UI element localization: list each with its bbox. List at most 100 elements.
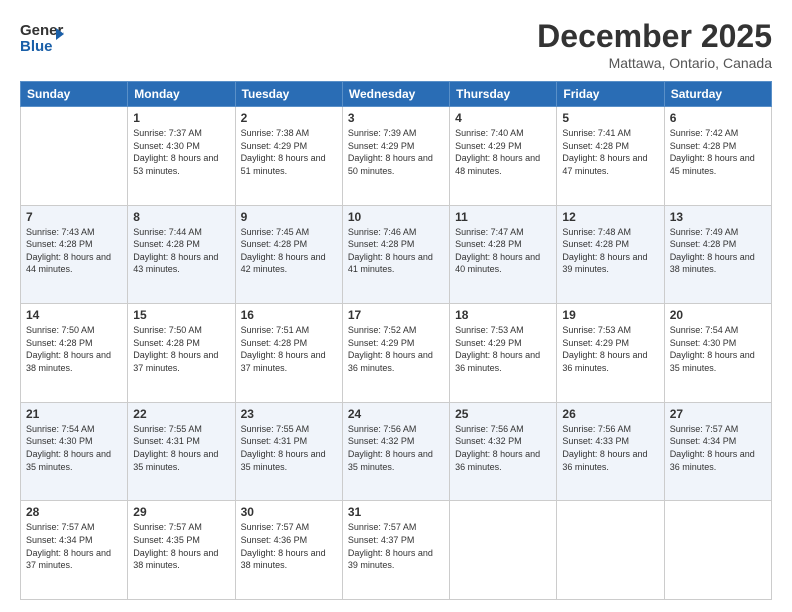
calendar-cell: 3 Sunrise: 7:39 AMSunset: 4:29 PMDaylight… bbox=[342, 107, 449, 206]
day-info: Sunrise: 7:53 AMSunset: 4:29 PMDaylight:… bbox=[562, 324, 658, 374]
day-number: 23 bbox=[241, 407, 337, 421]
page: General Blue December 2025 Mattawa, Onta… bbox=[0, 0, 792, 612]
day-info: Sunrise: 7:38 AMSunset: 4:29 PMDaylight:… bbox=[241, 127, 337, 177]
weekday-header: Tuesday bbox=[235, 82, 342, 107]
day-number: 22 bbox=[133, 407, 229, 421]
day-number: 16 bbox=[241, 308, 337, 322]
day-info: Sunrise: 7:47 AMSunset: 4:28 PMDaylight:… bbox=[455, 226, 551, 276]
calendar-week-row: 21 Sunrise: 7:54 AMSunset: 4:30 PMDayligh… bbox=[21, 402, 772, 501]
day-number: 30 bbox=[241, 505, 337, 519]
calendar-cell: 31Sunrise: 7:57 AMSunset: 4:37 PMDayligh… bbox=[342, 501, 449, 600]
day-number: 15 bbox=[133, 308, 229, 322]
day-number: 18 bbox=[455, 308, 551, 322]
day-number: 10 bbox=[348, 210, 444, 224]
day-number: 27 bbox=[670, 407, 766, 421]
day-number: 21 bbox=[26, 407, 122, 421]
calendar-cell: 9Sunrise: 7:45 AMSunset: 4:28 PMDaylight… bbox=[235, 205, 342, 304]
logo: General Blue bbox=[20, 18, 64, 54]
day-info: Sunrise: 7:55 AMSunset: 4:31 PMDaylight:… bbox=[241, 423, 337, 473]
day-number: 4 bbox=[455, 111, 551, 125]
day-number: 20 bbox=[670, 308, 766, 322]
calendar-cell: 14Sunrise: 7:50 AMSunset: 4:28 PMDayligh… bbox=[21, 304, 128, 403]
calendar-cell: 16 Sunrise: 7:51 AMSunset: 4:28 PMDayligh… bbox=[235, 304, 342, 403]
day-info: Sunrise: 7:57 AMSunset: 4:34 PMDaylight:… bbox=[26, 521, 122, 571]
day-number: 5 bbox=[562, 111, 658, 125]
day-number: 1 bbox=[133, 111, 229, 125]
weekday-header: Thursday bbox=[450, 82, 557, 107]
day-info: Sunrise: 7:39 AMSunset: 4:29 PMDaylight:… bbox=[348, 127, 444, 177]
day-number: 26 bbox=[562, 407, 658, 421]
day-number: 24 bbox=[348, 407, 444, 421]
day-number: 3 bbox=[348, 111, 444, 125]
day-number: 8 bbox=[133, 210, 229, 224]
calendar-cell: 30 Sunrise: 7:57 AMSunset: 4:36 PMDayligh… bbox=[235, 501, 342, 600]
calendar-week-row: 1 Sunrise: 7:37 AMSunset: 4:30 PMDaylight… bbox=[21, 107, 772, 206]
calendar-table: SundayMondayTuesdayWednesdayThursdayFrid… bbox=[20, 81, 772, 600]
day-info: Sunrise: 7:57 AMSunset: 4:36 PMDaylight:… bbox=[241, 521, 337, 571]
day-number: 19 bbox=[562, 308, 658, 322]
day-info: Sunrise: 7:48 AMSunset: 4:28 PMDaylight:… bbox=[562, 226, 658, 276]
day-info: Sunrise: 7:56 AMSunset: 4:33 PMDaylight:… bbox=[562, 423, 658, 473]
calendar-cell bbox=[21, 107, 128, 206]
day-info: Sunrise: 7:40 AMSunset: 4:29 PMDaylight:… bbox=[455, 127, 551, 177]
day-number: 7 bbox=[26, 210, 122, 224]
calendar-cell: 1 Sunrise: 7:37 AMSunset: 4:30 PMDaylight… bbox=[128, 107, 235, 206]
calendar-cell: 25Sunrise: 7:56 AMSunset: 4:32 PMDayligh… bbox=[450, 402, 557, 501]
calendar-header-row: SundayMondayTuesdayWednesdayThursdayFrid… bbox=[21, 82, 772, 107]
day-info: Sunrise: 7:37 AMSunset: 4:30 PMDaylight:… bbox=[133, 127, 229, 177]
calendar-cell: 15 Sunrise: 7:50 AMSunset: 4:28 PMDayligh… bbox=[128, 304, 235, 403]
calendar-cell: 26 Sunrise: 7:56 AMSunset: 4:33 PMDayligh… bbox=[557, 402, 664, 501]
day-number: 25 bbox=[455, 407, 551, 421]
calendar-cell: 22 Sunrise: 7:55 AMSunset: 4:31 PMDayligh… bbox=[128, 402, 235, 501]
day-info: Sunrise: 7:51 AMSunset: 4:28 PMDaylight:… bbox=[241, 324, 337, 374]
month-title: December 2025 bbox=[537, 18, 772, 55]
calendar-cell: 5 Sunrise: 7:41 AMSunset: 4:28 PMDaylight… bbox=[557, 107, 664, 206]
calendar-week-row: 14 Sunrise: 7:50 AMSunset: 4:28 PMDayligh… bbox=[21, 304, 772, 403]
weekday-header: Saturday bbox=[664, 82, 771, 107]
calendar-cell: 20 Sunrise: 7:54 AMSunset: 4:30 PMDayligh… bbox=[664, 304, 771, 403]
weekday-header: Monday bbox=[128, 82, 235, 107]
day-info: Sunrise: 7:55 AMSunset: 4:31 PMDaylight:… bbox=[133, 423, 229, 473]
calendar-cell: 28 Sunrise: 7:57 AMSunset: 4:34 PMDayligh… bbox=[21, 501, 128, 600]
calendar-cell: 21 Sunrise: 7:54 AMSunset: 4:30 PMDayligh… bbox=[21, 402, 128, 501]
calendar-cell: 12 Sunrise: 7:48 AMSunset: 4:28 PMDayligh… bbox=[557, 205, 664, 304]
location: Mattawa, Ontario, Canada bbox=[537, 55, 772, 71]
day-number: 12 bbox=[562, 210, 658, 224]
day-info: Sunrise: 7:52 AMSunset: 4:29 PMDaylight:… bbox=[348, 324, 444, 374]
day-info: Sunrise: 7:54 AMSunset: 4:30 PMDaylight:… bbox=[26, 423, 122, 473]
calendar-cell bbox=[557, 501, 664, 600]
calendar-week-row: 7 Sunrise: 7:43 AMSunset: 4:28 PMDaylight… bbox=[21, 205, 772, 304]
day-info: Sunrise: 7:49 AMSunset: 4:28 PMDaylight:… bbox=[670, 226, 766, 276]
calendar-cell: 8Sunrise: 7:44 AMSunset: 4:28 PMDaylight… bbox=[128, 205, 235, 304]
day-info: Sunrise: 7:50 AMSunset: 4:28 PMDaylight:… bbox=[133, 324, 229, 374]
logo-icon: General Blue bbox=[20, 18, 64, 54]
day-number: 17 bbox=[348, 308, 444, 322]
svg-text:Blue: Blue bbox=[20, 38, 53, 54]
day-number: 29 bbox=[133, 505, 229, 519]
weekday-header: Sunday bbox=[21, 82, 128, 107]
calendar-cell: 2 Sunrise: 7:38 AMSunset: 4:29 PMDaylight… bbox=[235, 107, 342, 206]
day-info: Sunrise: 7:53 AMSunset: 4:29 PMDaylight:… bbox=[455, 324, 551, 374]
calendar-cell: 13Sunrise: 7:49 AMSunset: 4:28 PMDayligh… bbox=[664, 205, 771, 304]
calendar-cell: 29 Sunrise: 7:57 AMSunset: 4:35 PMDayligh… bbox=[128, 501, 235, 600]
day-info: Sunrise: 7:54 AMSunset: 4:30 PMDaylight:… bbox=[670, 324, 766, 374]
calendar-cell: 6Sunrise: 7:42 AMSunset: 4:28 PMDaylight… bbox=[664, 107, 771, 206]
calendar-cell: 19 Sunrise: 7:53 AMSunset: 4:29 PMDayligh… bbox=[557, 304, 664, 403]
day-number: 14 bbox=[26, 308, 122, 322]
day-info: Sunrise: 7:43 AMSunset: 4:28 PMDaylight:… bbox=[26, 226, 122, 276]
day-info: Sunrise: 7:41 AMSunset: 4:28 PMDaylight:… bbox=[562, 127, 658, 177]
weekday-header: Wednesday bbox=[342, 82, 449, 107]
weekday-header: Friday bbox=[557, 82, 664, 107]
day-number: 28 bbox=[26, 505, 122, 519]
day-info: Sunrise: 7:46 AMSunset: 4:28 PMDaylight:… bbox=[348, 226, 444, 276]
day-info: Sunrise: 7:57 AMSunset: 4:35 PMDaylight:… bbox=[133, 521, 229, 571]
calendar-cell bbox=[450, 501, 557, 600]
calendar-cell: 4 Sunrise: 7:40 AMSunset: 4:29 PMDaylight… bbox=[450, 107, 557, 206]
day-info: Sunrise: 7:56 AMSunset: 4:32 PMDaylight:… bbox=[348, 423, 444, 473]
day-number: 11 bbox=[455, 210, 551, 224]
calendar-cell: 7 Sunrise: 7:43 AMSunset: 4:28 PMDaylight… bbox=[21, 205, 128, 304]
calendar-cell: 24 Sunrise: 7:56 AMSunset: 4:32 PMDayligh… bbox=[342, 402, 449, 501]
day-number: 31 bbox=[348, 505, 444, 519]
day-info: Sunrise: 7:42 AMSunset: 4:28 PMDaylight:… bbox=[670, 127, 766, 177]
day-number: 2 bbox=[241, 111, 337, 125]
